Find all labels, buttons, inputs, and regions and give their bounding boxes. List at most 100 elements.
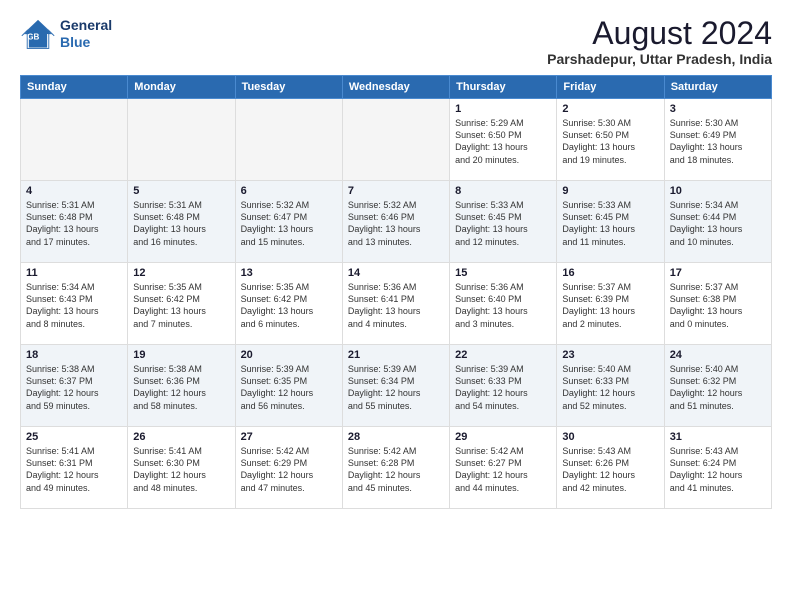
calendar-cell: 7 Sunrise: 5:32 AM Sunset: 6:46 PM Daylig… [342,181,449,263]
calendar-cell: 22 Sunrise: 5:39 AM Sunset: 6:33 PM Dayli… [450,345,557,427]
day-info: Sunrise: 5:39 AM Sunset: 6:35 PM Dayligh… [241,363,337,412]
calendar-cell [21,99,128,181]
weekday-header: Saturday [664,76,771,99]
day-number: 25 [26,431,122,443]
subtitle: Parshadepur, Uttar Pradesh, India [547,51,772,67]
day-info: Sunrise: 5:38 AM Sunset: 6:36 PM Dayligh… [133,363,229,412]
calendar: SundayMondayTuesdayWednesdayThursdayFrid… [20,75,772,509]
day-number: 28 [348,431,444,443]
header: GB General Blue August 2024 Parshadepur,… [20,16,772,67]
calendar-cell: 30 Sunrise: 5:43 AM Sunset: 6:26 PM Dayli… [557,427,664,509]
day-number: 16 [562,267,658,279]
day-info: Sunrise: 5:39 AM Sunset: 6:33 PM Dayligh… [455,363,551,412]
day-info: Sunrise: 5:37 AM Sunset: 6:39 PM Dayligh… [562,281,658,330]
day-info: Sunrise: 5:42 AM Sunset: 6:27 PM Dayligh… [455,445,551,494]
day-info: Sunrise: 5:39 AM Sunset: 6:34 PM Dayligh… [348,363,444,412]
calendar-cell: 16 Sunrise: 5:37 AM Sunset: 6:39 PM Dayli… [557,263,664,345]
logo: GB General Blue [20,16,112,52]
day-number: 26 [133,431,229,443]
calendar-cell: 1 Sunrise: 5:29 AM Sunset: 6:50 PM Daylig… [450,99,557,181]
calendar-cell: 19 Sunrise: 5:38 AM Sunset: 6:36 PM Dayli… [128,345,235,427]
main-title: August 2024 [547,16,772,51]
calendar-week-row: 11 Sunrise: 5:34 AM Sunset: 6:43 PM Dayli… [21,263,772,345]
calendar-cell: 15 Sunrise: 5:36 AM Sunset: 6:40 PM Dayli… [450,263,557,345]
day-info: Sunrise: 5:36 AM Sunset: 6:40 PM Dayligh… [455,281,551,330]
day-number: 8 [455,185,551,197]
day-info: Sunrise: 5:43 AM Sunset: 6:26 PM Dayligh… [562,445,658,494]
calendar-cell: 6Sunrise: 5:32 AM Sunset: 6:47 PM Daylig… [235,181,342,263]
day-info: Sunrise: 5:41 AM Sunset: 6:31 PM Dayligh… [26,445,122,494]
day-number: 10 [670,185,766,197]
day-info: Sunrise: 5:37 AM Sunset: 6:38 PM Dayligh… [670,281,766,330]
day-number: 30 [562,431,658,443]
day-number: 11 [26,267,122,279]
day-info: Sunrise: 5:33 AM Sunset: 6:45 PM Dayligh… [562,199,658,248]
calendar-cell: 25 Sunrise: 5:41 AM Sunset: 6:31 PM Dayli… [21,427,128,509]
day-number: 15 [455,267,551,279]
calendar-cell: 29 Sunrise: 5:42 AM Sunset: 6:27 PM Dayli… [450,427,557,509]
calendar-cell: 18 Sunrise: 5:38 AM Sunset: 6:37 PM Dayli… [21,345,128,427]
calendar-cell: 28 Sunrise: 5:42 AM Sunset: 6:28 PM Dayli… [342,427,449,509]
day-number: 22 [455,349,551,361]
calendar-week-row: 4 Sunrise: 5:31 AM Sunset: 6:48 PM Daylig… [21,181,772,263]
day-info: Sunrise: 5:30 AM Sunset: 6:49 PM Dayligh… [670,117,766,166]
day-number: 7 [348,185,444,197]
day-info: Sunrise: 5:31 AM Sunset: 6:48 PM Dayligh… [133,199,229,248]
calendar-cell: 10 Sunrise: 5:34 AM Sunset: 6:44 PM Dayli… [664,181,771,263]
day-number: 21 [348,349,444,361]
day-info: Sunrise: 5:30 AM Sunset: 6:50 PM Dayligh… [562,117,658,166]
title-area: August 2024 Parshadepur, Uttar Pradesh, … [547,16,772,67]
calendar-week-row: 18 Sunrise: 5:38 AM Sunset: 6:37 PM Dayli… [21,345,772,427]
day-number: 1 [455,103,551,115]
weekday-header: Tuesday [235,76,342,99]
day-number: 18 [26,349,122,361]
day-number: 31 [670,431,766,443]
calendar-cell: 31 Sunrise: 5:43 AM Sunset: 6:24 PM Dayli… [664,427,771,509]
calendar-cell: 14 Sunrise: 5:36 AM Sunset: 6:41 PM Dayli… [342,263,449,345]
day-info: Sunrise: 5:43 AM Sunset: 6:24 PM Dayligh… [670,445,766,494]
day-number: 23 [562,349,658,361]
calendar-cell: 20 Sunrise: 5:39 AM Sunset: 6:35 PM Dayli… [235,345,342,427]
day-number: 14 [348,267,444,279]
calendar-cell [235,99,342,181]
day-info: Sunrise: 5:32 AM Sunset: 6:46 PM Dayligh… [348,199,444,248]
weekday-header: Wednesday [342,76,449,99]
day-number: 3 [670,103,766,115]
day-info: Sunrise: 5:31 AM Sunset: 6:48 PM Dayligh… [26,199,122,248]
day-number: 19 [133,349,229,361]
day-number: 13 [241,267,337,279]
weekday-header: Monday [128,76,235,99]
day-number: 5 [133,185,229,197]
weekday-header: Friday [557,76,664,99]
day-info: Sunrise: 5:34 AM Sunset: 6:43 PM Dayligh… [26,281,122,330]
day-number: 27 [241,431,337,443]
calendar-cell: 26Sunrise: 5:41 AM Sunset: 6:30 PM Dayli… [128,427,235,509]
day-info: Sunrise: 5:40 AM Sunset: 6:33 PM Dayligh… [562,363,658,412]
day-number: 9 [562,185,658,197]
logo-icon: GB [20,16,56,52]
calendar-header-row: SundayMondayTuesdayWednesdayThursdayFrid… [21,76,772,99]
calendar-cell: 4 Sunrise: 5:31 AM Sunset: 6:48 PM Daylig… [21,181,128,263]
calendar-cell: 13Sunrise: 5:35 AM Sunset: 6:42 PM Dayli… [235,263,342,345]
day-info: Sunrise: 5:42 AM Sunset: 6:28 PM Dayligh… [348,445,444,494]
day-number: 20 [241,349,337,361]
day-info: Sunrise: 5:36 AM Sunset: 6:41 PM Dayligh… [348,281,444,330]
day-number: 12 [133,267,229,279]
day-info: Sunrise: 5:40 AM Sunset: 6:32 PM Dayligh… [670,363,766,412]
weekday-header: Sunday [21,76,128,99]
calendar-cell: 12 Sunrise: 5:35 AM Sunset: 6:42 PM Dayli… [128,263,235,345]
day-number: 24 [670,349,766,361]
day-number: 29 [455,431,551,443]
day-info: Sunrise: 5:38 AM Sunset: 6:37 PM Dayligh… [26,363,122,412]
day-number: 17 [670,267,766,279]
page: GB General Blue August 2024 Parshadepur,… [0,0,792,612]
day-info: Sunrise: 5:34 AM Sunset: 6:44 PM Dayligh… [670,199,766,248]
day-number: 4 [26,185,122,197]
weekday-header: Thursday [450,76,557,99]
day-info: Sunrise: 5:32 AM Sunset: 6:47 PM Dayligh… [241,199,337,248]
calendar-cell: 8Sunrise: 5:33 AM Sunset: 6:45 PM Daylig… [450,181,557,263]
calendar-week-row: 25 Sunrise: 5:41 AM Sunset: 6:31 PM Dayli… [21,427,772,509]
day-info: Sunrise: 5:29 AM Sunset: 6:50 PM Dayligh… [455,117,551,166]
calendar-cell: 23 Sunrise: 5:40 AM Sunset: 6:33 PM Dayli… [557,345,664,427]
day-info: Sunrise: 5:35 AM Sunset: 6:42 PM Dayligh… [133,281,229,330]
